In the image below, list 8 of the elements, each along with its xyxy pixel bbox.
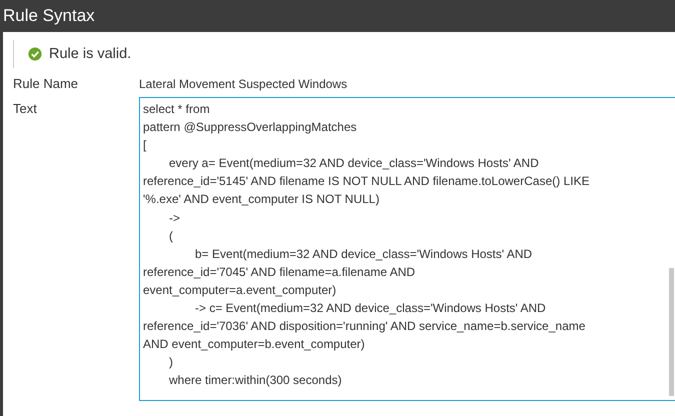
rule-name-value: Lateral Movement Suspected Windows — [139, 76, 348, 91]
check-icon — [28, 47, 42, 61]
status-message: Rule is valid. — [49, 46, 132, 62]
window-title: Rule Syntax — [3, 6, 95, 26]
scrollbar-thumb[interactable] — [669, 268, 674, 396]
field-label: Rule Name — [13, 75, 80, 91]
rule-text-field[interactable]: select * from pattern @SuppressOverlappingMatches [ every a= Event(medium=32 AND device_class='Windows Hosts' AND reference_id='5145' AND filename IS NOT NULL AND filename.toLowerCase() LIKE '%.exe' AND event_computer IS NOT NULL) -> ( b= Event(medium=32 AND device_class='Windows Hosts' AND reference_id='7045' AND filename=a.filename AND event_computer=a.event_computer) -> c= Event(medium=32 AND device_class='Windows Hosts' AND reference_id='7036' AND disposition='running' AND service_name=b.service_name AND event_computer=b.event_computer) ) where timer:within(300 seconds) — [139, 97, 675, 401]
field-label: Text — [13, 100, 38, 118]
